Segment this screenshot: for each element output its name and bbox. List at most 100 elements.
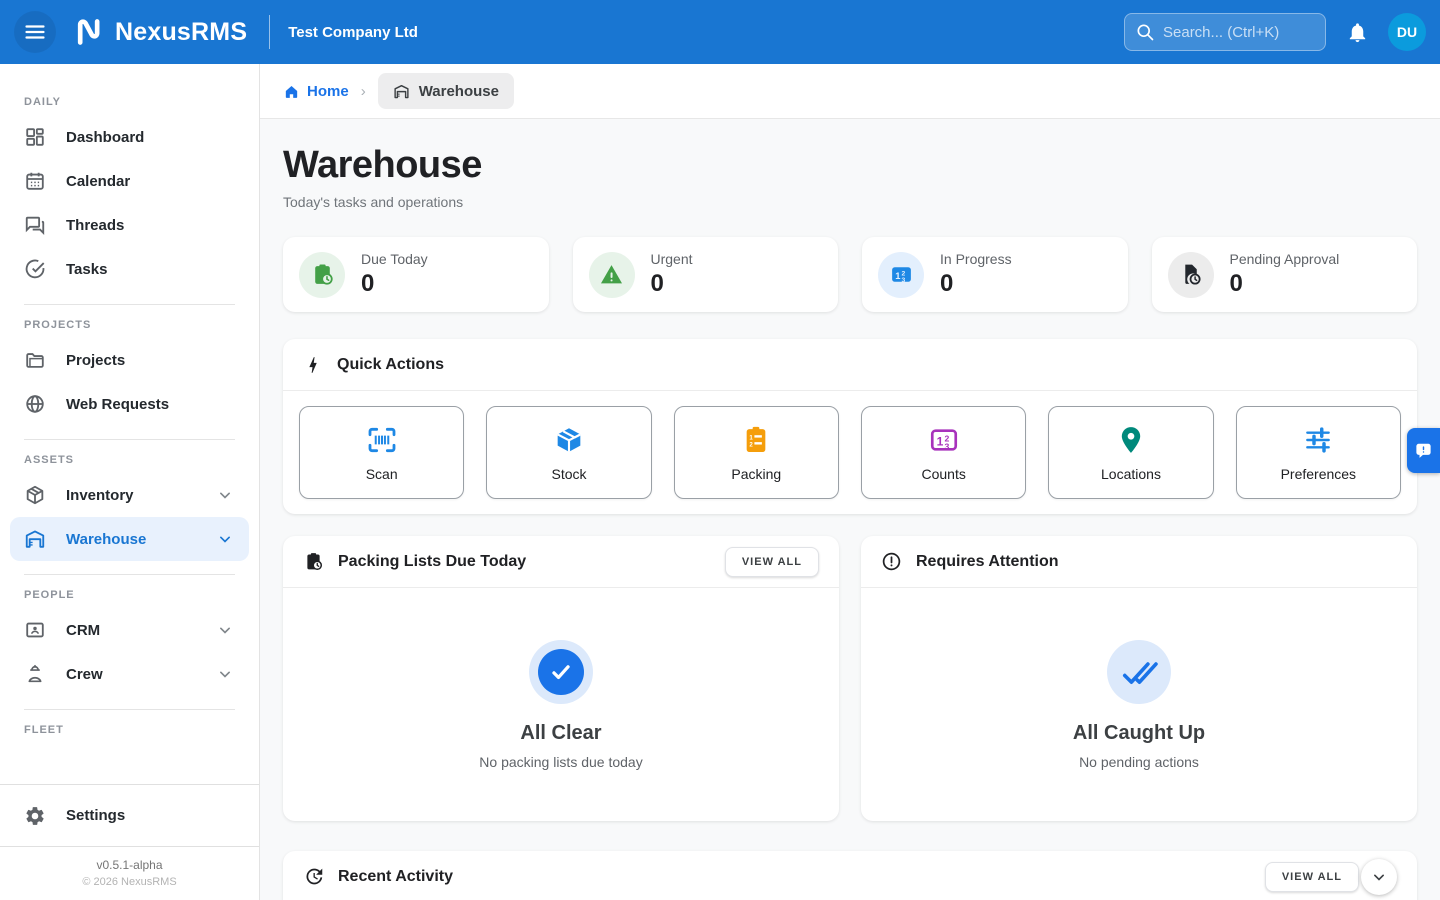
map-pin-icon <box>1115 424 1147 456</box>
search-box[interactable] <box>1124 13 1326 51</box>
avatar[interactable]: DU <box>1388 13 1426 51</box>
sidebar-item-label: Calendar <box>66 173 130 190</box>
breadcrumb-current-label: Warehouse <box>419 83 499 100</box>
page-body: Warehouse Today's tasks and operations D… <box>260 119 1440 900</box>
sidebar-divider <box>24 439 235 440</box>
recent-activity-title: Recent Activity <box>338 868 1251 886</box>
stat-label: Pending Approval <box>1230 251 1340 267</box>
folder-icon <box>24 349 46 371</box>
sidebar-item-settings[interactable]: Settings <box>0 785 259 847</box>
chevron-down-icon <box>215 485 235 505</box>
stat-card-due-today: Due Today 0 <box>283 237 549 312</box>
calendar-icon <box>24 170 46 192</box>
bolt-icon <box>303 355 323 375</box>
quick-action-counts[interactable]: 123 Counts <box>861 406 1026 499</box>
sidebar-item-label: Threads <box>66 217 124 234</box>
packing-empty-state: All Clear No packing lists due today <box>283 588 839 821</box>
breadcrumb-home-label: Home <box>307 83 349 100</box>
packing-lists-title: Packing Lists Due Today <box>338 553 711 571</box>
cube-icon <box>24 484 46 506</box>
stat-value: 0 <box>361 270 428 298</box>
quick-action-preferences[interactable]: Preferences <box>1236 406 1401 499</box>
svg-text:3: 3 <box>944 441 949 451</box>
empty-state-title: All Caught Up <box>1073 722 1205 745</box>
page-title: Warehouse <box>283 144 1417 187</box>
sidebar-item-tasks[interactable]: Tasks <box>0 247 259 291</box>
quick-action-label: Preferences <box>1281 466 1356 482</box>
sidebar-item-web-requests[interactable]: Web Requests <box>0 382 259 426</box>
packing-view-all-button[interactable]: VIEW ALL <box>725 547 819 577</box>
quick-action-packing[interactable]: 12 Packing <box>674 406 839 499</box>
sidebar-item-label: Settings <box>66 807 125 824</box>
sidebar-item-crm[interactable]: CRM <box>0 608 259 652</box>
menu-button[interactable] <box>14 11 56 53</box>
chevron-down-icon <box>1369 867 1389 887</box>
sidebar-item-threads[interactable]: Threads <box>0 203 259 247</box>
packing-list-icon: 12 <box>740 424 772 456</box>
breadcrumb-home-link[interactable]: Home <box>283 83 349 100</box>
tally-counter-icon: 123 <box>928 424 960 456</box>
sidebar-divider <box>24 574 235 575</box>
svg-text:2: 2 <box>750 441 754 448</box>
svg-text:1: 1 <box>936 434 943 448</box>
check-circle-icon <box>529 640 593 704</box>
gear-icon <box>24 805 46 827</box>
svg-text:1: 1 <box>895 271 900 281</box>
app-version: v0.5.1-alpha <box>0 858 259 872</box>
section-label-projects: PROJECTS <box>24 319 235 332</box>
sidebar-bottom-panel: Settings v0.5.1-alpha © 2026 NexusRMS <box>0 784 259 900</box>
quick-action-label: Counts <box>921 466 965 482</box>
task-check-icon <box>24 258 46 280</box>
search-input[interactable] <box>1163 24 1315 41</box>
sidebar-divider <box>24 709 235 710</box>
stat-label: In Progress <box>940 251 1012 267</box>
quick-action-label: Packing <box>731 466 781 482</box>
breadcrumb-current-warehouse[interactable]: Warehouse <box>378 73 514 109</box>
notifications-button[interactable] <box>1336 11 1378 53</box>
sidebar-item-crew[interactable]: Crew <box>0 652 259 696</box>
warehouse-icon <box>393 83 410 100</box>
stat-value: 0 <box>940 270 1012 298</box>
empty-state-subtitle: No pending actions <box>1079 754 1199 770</box>
sidebar-item-dashboard[interactable]: Dashboard <box>0 115 259 159</box>
sidebar-item-inventory[interactable]: Inventory <box>0 473 259 517</box>
recent-collapse-button[interactable] <box>1361 859 1397 895</box>
section-label-fleet: FLEET <box>24 724 235 737</box>
quick-action-label: Scan <box>366 466 398 482</box>
quick-actions-grid: Scan Stock 12 Packing <box>283 391 1417 514</box>
chat-icon <box>24 214 46 236</box>
alert-circle-icon <box>881 551 902 572</box>
requires-attention-card: Requires Attention All Caught Up No pend… <box>861 536 1417 821</box>
sidebar-item-warehouse[interactable]: Warehouse <box>10 517 249 561</box>
empty-state-title: All Clear <box>520 722 601 745</box>
feedback-button[interactable] <box>1407 428 1440 473</box>
section-label-daily: DAILY <box>24 96 235 109</box>
copyright: © 2026 NexusRMS <box>0 876 259 888</box>
double-check-icon <box>1107 640 1171 704</box>
recent-view-all-button[interactable]: VIEW ALL <box>1265 862 1359 892</box>
summary-cards-row: Packing Lists Due Today VIEW ALL All Cle… <box>283 536 1417 821</box>
stat-card-pending-approval: Pending Approval 0 <box>1152 237 1418 312</box>
chevron-down-icon <box>215 664 235 684</box>
quick-action-locations[interactable]: Locations <box>1048 406 1213 499</box>
sidebar-item-label: CRM <box>66 622 100 639</box>
sidebar-item-projects[interactable]: Projects <box>0 338 259 382</box>
requires-attention-title: Requires Attention <box>916 553 1397 571</box>
clipboard-clock-icon <box>299 252 345 298</box>
history-icon <box>303 866 324 887</box>
quick-action-label: Locations <box>1101 466 1161 482</box>
page-subtitle: Today's tasks and operations <box>283 194 1417 210</box>
quick-action-stock[interactable]: Stock <box>486 406 651 499</box>
sidebar-nav: DAILY Dashboard Calendar <box>0 64 259 782</box>
menu-icon <box>23 20 47 44</box>
sidebar-footer: v0.5.1-alpha © 2026 NexusRMS <box>0 847 259 900</box>
section-label-people: PEOPLE <box>24 589 235 602</box>
sidebar-item-label: Dashboard <box>66 129 144 146</box>
quick-actions-title: Quick Actions <box>337 356 1397 374</box>
quick-action-scan[interactable]: Scan <box>299 406 464 499</box>
chevron-down-icon <box>215 529 235 549</box>
sidebar-item-calendar[interactable]: Calendar <box>0 159 259 203</box>
requires-attention-header: Requires Attention <box>861 536 1417 588</box>
company-name: Test Company Ltd <box>288 24 418 41</box>
sidebar-divider <box>24 304 235 305</box>
